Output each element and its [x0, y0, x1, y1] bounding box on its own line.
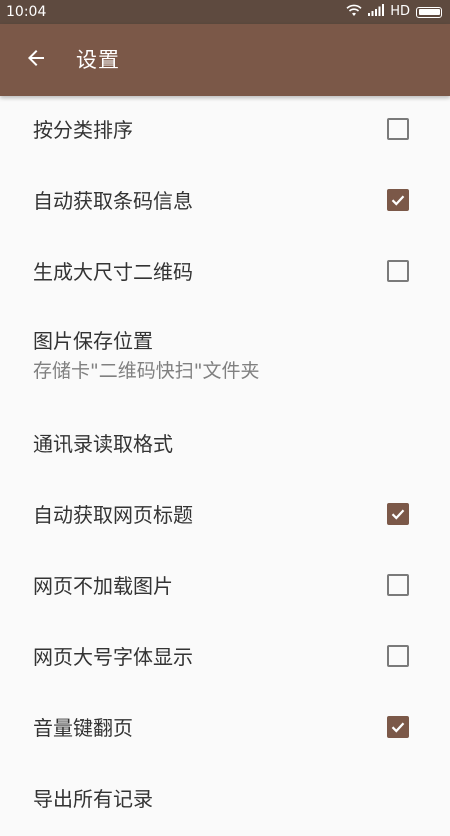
status-bar: 10:04 HD: [0, 0, 450, 24]
checkbox-auto-fetch-barcode-info[interactable]: [387, 189, 409, 211]
setting-label: 按分类排序: [33, 118, 133, 142]
setting-label: 自动获取条码信息: [33, 189, 193, 213]
setting-label: 音量键翻页: [33, 716, 133, 740]
battery-icon: [416, 6, 442, 18]
status-time: 10:04: [6, 4, 47, 20]
setting-label: 网页大号字体显示: [33, 645, 193, 669]
setting-auto-fetch-barcode-info[interactable]: 自动获取条码信息: [0, 167, 450, 238]
checkbox-volume-key-paging[interactable]: [387, 716, 409, 738]
setting-contacts-read-format[interactable]: 通讯录读取格式: [0, 410, 450, 481]
checkbox-sort-by-category[interactable]: [387, 118, 409, 140]
arrow-back-icon: [24, 46, 48, 74]
page-title: 设置: [76, 48, 120, 72]
checkbox-large-font[interactable]: [387, 645, 409, 667]
app-bar: 设置: [0, 24, 450, 96]
setting-sort-by-category[interactable]: 按分类排序: [0, 96, 450, 167]
setting-label: 图片保存位置: [33, 329, 153, 353]
setting-volume-key-paging[interactable]: 音量键翻页: [0, 694, 450, 765]
checkbox-large-qr-code[interactable]: [387, 260, 409, 282]
setting-summary: 存储卡"二维码快扫"文件夹: [33, 360, 260, 382]
status-icons: HD: [346, 3, 442, 21]
network-type: HD: [390, 4, 410, 19]
setting-export-all-records[interactable]: 导出所有记录: [0, 765, 450, 836]
setting-label: 自动获取网页标题: [33, 503, 193, 527]
setting-large-qr-code[interactable]: 生成大尺寸二维码: [0, 238, 450, 309]
settings-list: 按分类排序 自动获取条码信息 生成大尺寸二维码 图片保存位置 存储卡"二维码快扫…: [0, 96, 450, 836]
setting-label: 导出所有记录: [33, 787, 153, 811]
checkbox-auto-fetch-page-title[interactable]: [387, 503, 409, 525]
setting-no-load-images[interactable]: 网页不加载图片: [0, 552, 450, 623]
setting-label: 生成大尺寸二维码: [33, 260, 193, 284]
setting-auto-fetch-page-title[interactable]: 自动获取网页标题: [0, 481, 450, 552]
setting-large-font[interactable]: 网页大号字体显示: [0, 623, 450, 694]
back-button[interactable]: [14, 36, 58, 84]
setting-label: 网页不加载图片: [33, 574, 173, 598]
setting-label: 通讯录读取格式: [33, 432, 173, 456]
wifi-icon: [346, 4, 362, 21]
signal-icon: [368, 4, 385, 20]
checkmark-icon: [391, 195, 405, 206]
checkmark-icon: [391, 722, 405, 733]
setting-image-save-location[interactable]: 图片保存位置 存储卡"二维码快扫"文件夹: [0, 309, 450, 410]
checkmark-icon: [391, 509, 405, 520]
checkbox-no-load-images[interactable]: [387, 574, 409, 596]
